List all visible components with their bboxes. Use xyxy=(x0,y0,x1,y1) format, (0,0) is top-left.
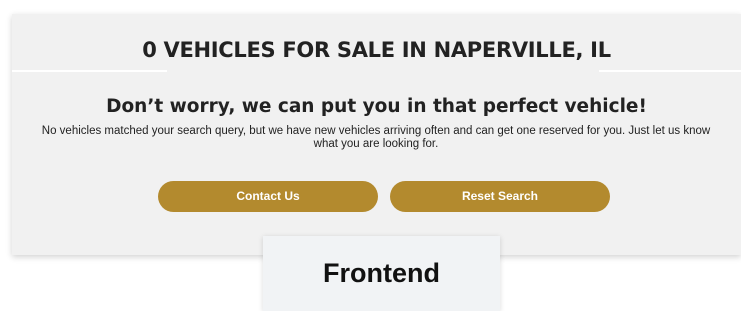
no-results-subheading: Don’t worry, we can put you in that perf… xyxy=(106,96,647,117)
page-title: 0 VEHICLES FOR SALE IN NAPERVILLE, IL xyxy=(142,38,611,62)
headline-bar: 0 VEHICLES FOR SALE IN NAPERVILLE, IL xyxy=(12,14,741,76)
no-results-message: No vehicles matched your search query, b… xyxy=(41,125,711,150)
frontend-label-card: Frontend xyxy=(263,236,500,311)
screenshot-stage: 0 VEHICLES FOR SALE IN NAPERVILLE, IL Do… xyxy=(0,0,741,311)
frontend-label: Frontend xyxy=(323,258,440,288)
contact-us-button[interactable]: Contact Us xyxy=(158,181,378,212)
reset-search-button[interactable]: Reset Search xyxy=(390,181,610,212)
headline-divider-gap xyxy=(167,66,599,76)
